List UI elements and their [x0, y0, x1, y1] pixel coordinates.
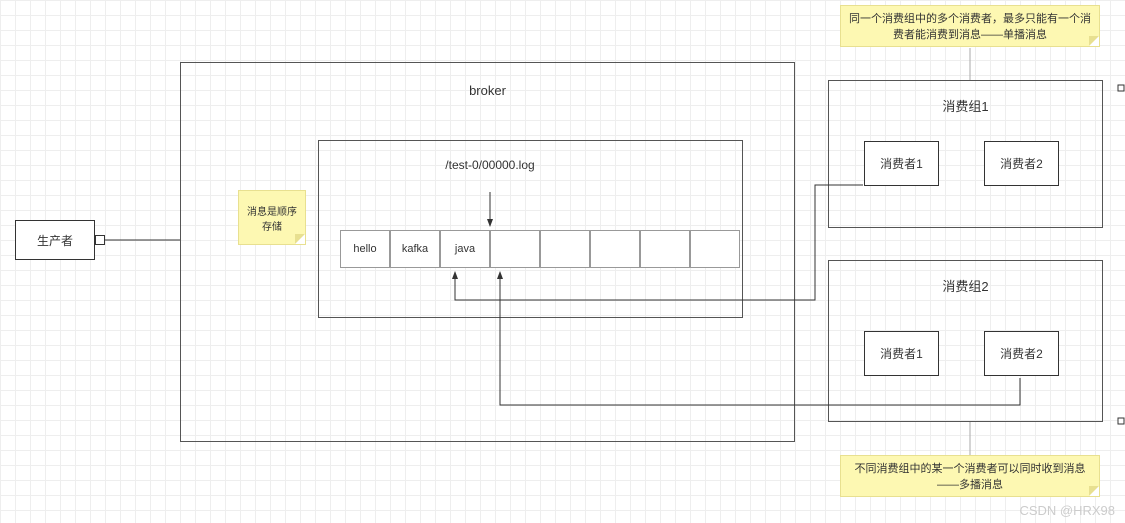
group2-consumer1: 消费者1	[864, 331, 939, 376]
log-cell-3	[490, 230, 540, 268]
group1-consumer2-label: 消费者2	[1000, 155, 1043, 172]
group2-title: 消费组2	[829, 276, 1102, 295]
log-cell-1: kafka	[390, 230, 440, 268]
group1-title: 消费组1	[829, 96, 1102, 115]
note-unicast: 同一个消费组中的多个消费者，最多只能有一个消费者能消费到消息——单播消息	[840, 5, 1100, 47]
producer-box: 生产者	[15, 220, 95, 260]
log-cells: hellokafkajava	[340, 230, 740, 268]
group1-consumer2: 消费者2	[984, 141, 1059, 186]
producer-label: 生产者	[37, 232, 73, 249]
group1-consumer1-label: 消费者1	[880, 155, 923, 172]
group1-consumer1: 消费者1	[864, 141, 939, 186]
note-multicast: 不同消费组中的某一个消费者可以同时收到消息——多播消息	[840, 455, 1100, 497]
group2-consumer2: 消费者2	[984, 331, 1059, 376]
consumer-group-2: 消费组2 消费者1 消费者2	[828, 260, 1103, 422]
note-storage: 消息是顺序存储	[238, 190, 306, 245]
note-multicast-text: 不同消费组中的某一个消费者可以同时收到消息——多播消息	[849, 460, 1091, 492]
group2-consumer1-label: 消费者1	[880, 345, 923, 362]
log-cell-5	[590, 230, 640, 268]
group2-consumer2-label: 消费者2	[1000, 345, 1043, 362]
log-cell-0: hello	[340, 230, 390, 268]
log-cell-6	[640, 230, 690, 268]
note-storage-text: 消息是顺序存储	[247, 203, 297, 233]
log-cell-7	[690, 230, 740, 268]
broker-title: broker	[181, 83, 794, 98]
log-cell-4	[540, 230, 590, 268]
consumer-group-1: 消费组1 消费者1 消费者2	[828, 80, 1103, 228]
log-path-label: /test-0/00000.log	[430, 158, 550, 172]
producer-handle	[95, 235, 105, 245]
watermark: CSDN @HRX98	[1019, 503, 1115, 518]
log-cell-2: java	[440, 230, 490, 268]
note-unicast-text: 同一个消费组中的多个消费者，最多只能有一个消费者能消费到消息——单播消息	[849, 10, 1091, 42]
